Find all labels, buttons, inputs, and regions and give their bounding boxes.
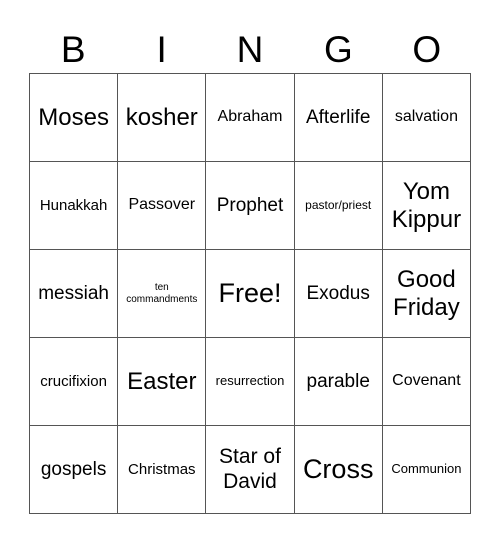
bingo-card: Moses kosher Abraham Afterlife salvation…: [29, 73, 471, 514]
bingo-header: B I N G O: [29, 28, 471, 72]
header-letter-b: B: [60, 29, 86, 70]
bingo-cell[interactable]: salvation: [382, 74, 471, 162]
bingo-cell[interactable]: Yom Kippur: [382, 162, 471, 250]
bingo-cell[interactable]: ten commandments: [118, 250, 207, 338]
bingo-cell[interactable]: Cross: [294, 426, 383, 514]
bingo-cell[interactable]: Communion: [382, 426, 471, 514]
bingo-cell[interactable]: Moses: [30, 74, 119, 162]
bingo-cell[interactable]: pastor/priest: [294, 162, 383, 250]
bingo-cell[interactable]: Covenant: [382, 338, 471, 426]
bingo-cell[interactable]: Hunakkah: [30, 162, 119, 250]
bingo-cell[interactable]: resurrection: [206, 338, 295, 426]
header-letter-g: G: [324, 29, 353, 70]
bingo-cell[interactable]: messiah: [30, 250, 119, 338]
bingo-cell[interactable]: Exodus: [294, 250, 383, 338]
bingo-cell[interactable]: Star of David: [206, 426, 295, 514]
header-letter-i: I: [156, 29, 167, 70]
bingo-cell[interactable]: Christmas: [118, 426, 207, 514]
bingo-cell[interactable]: Good Friday: [382, 250, 471, 338]
header-letter-o: O: [412, 29, 442, 70]
bingo-cell[interactable]: parable: [294, 338, 383, 426]
bingo-cell[interactable]: Prophet: [206, 162, 295, 250]
bingo-cell[interactable]: Passover: [118, 162, 207, 250]
bingo-cell[interactable]: kosher: [118, 74, 207, 162]
bingo-cell[interactable]: Afterlife: [294, 74, 383, 162]
bingo-cell[interactable]: crucifixion: [30, 338, 119, 426]
free-space[interactable]: Free!: [206, 250, 295, 338]
bingo-cell[interactable]: gospels: [30, 426, 119, 514]
bingo-cell[interactable]: Easter: [118, 338, 207, 426]
header-letter-n: N: [236, 29, 264, 70]
bingo-cell[interactable]: Abraham: [206, 74, 295, 162]
